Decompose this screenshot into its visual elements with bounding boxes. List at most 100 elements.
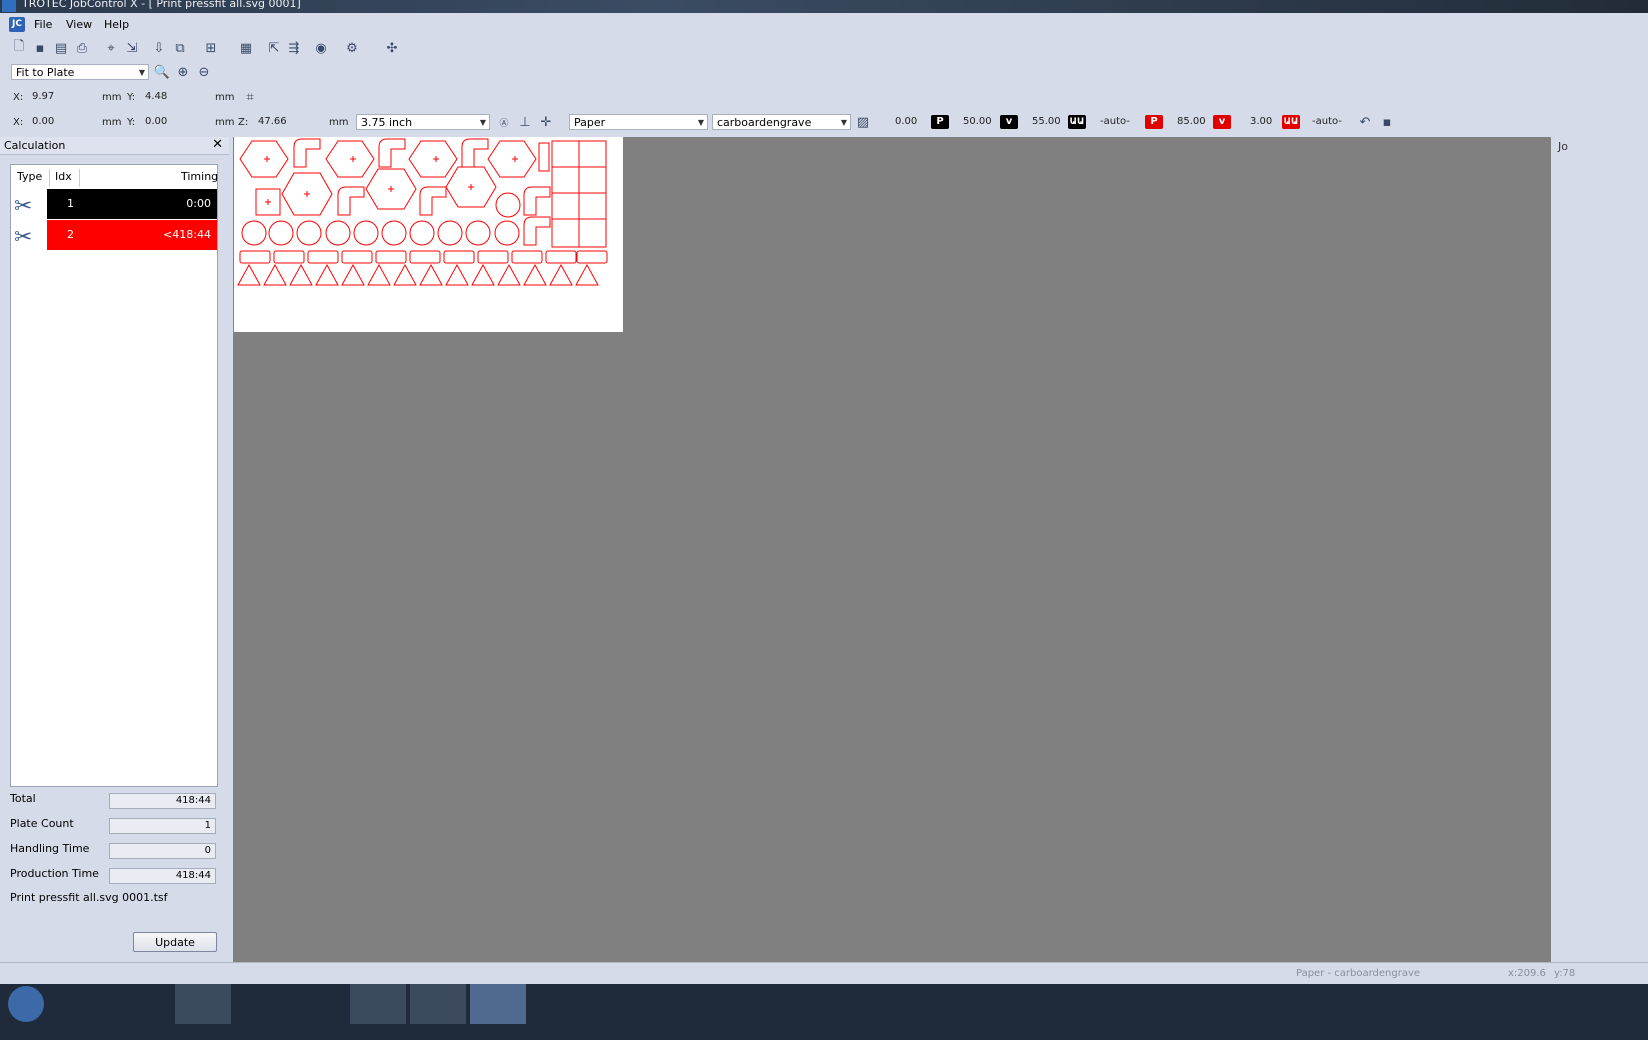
calculation-panel-header: Calculation ✕ [0, 137, 229, 155]
close-icon[interactable]: ✕ [212, 137, 223, 152]
start-button-icon[interactable] [8, 986, 44, 1022]
job-filename: Print pressfit all.svg 0001.tsf [10, 891, 168, 904]
row-idx: 1 [67, 197, 74, 210]
align-icon[interactable]: ⇩ [151, 40, 167, 56]
col-timing[interactable]: Timing [181, 165, 218, 187]
pos-y-field[interactable]: 4.48 [145, 91, 167, 102]
export-icon[interactable]: ⇶ [286, 40, 302, 56]
production-time-value: 418:44 [109, 868, 216, 884]
lens-select[interactable]: 3.75 inch ▼ [356, 114, 490, 130]
speed-value-1[interactable]: 55.00 [1032, 116, 1061, 127]
main-toolbar: 🗋 ▪ ▤ ⎙ ⌖ ⇲ ⇩ ⧉ ⊞ ▦ ⇱ ⇶ ◉ ⚙ ✣ [8, 37, 403, 61]
col-type[interactable]: Type [17, 165, 42, 187]
power-value-2[interactable]: 85.00 [1177, 116, 1206, 127]
update-button[interactable]: Update [133, 932, 217, 952]
zoom-select[interactable]: Fit to Plate ▼ [11, 64, 149, 80]
status-coord-y: y:78 [1554, 968, 1576, 979]
offset-x-field[interactable]: 0.00 [32, 116, 54, 127]
open-folder-icon[interactable]: ▤ [53, 40, 69, 56]
offset-x-unit: mm [102, 117, 122, 128]
save-icon[interactable]: ▪ [32, 40, 48, 56]
panel-title: Calculation [4, 139, 66, 152]
new-file-icon[interactable]: 🗋 [11, 39, 27, 56]
power-icon-2: P [1145, 115, 1163, 129]
pos-y-unit: mm [215, 92, 235, 103]
taskbar-app-icon[interactable] [175, 984, 231, 1024]
add-item-icon[interactable]: ⊞ [203, 40, 219, 56]
total-value: 418:44 [109, 793, 216, 809]
right-dock: Jo [1553, 137, 1648, 962]
total-label: Total [10, 792, 36, 805]
offset-y-field[interactable]: 0.00 [145, 116, 167, 127]
frequency-value-1[interactable]: -auto- [1100, 116, 1130, 127]
focus-icon[interactable]: ⊥ [517, 114, 533, 130]
row-timing: 0:00 [186, 197, 211, 210]
move-job-icon[interactable]: ⇲ [124, 40, 140, 56]
frequency-icon: ԱԱ [1068, 115, 1086, 129]
status-material: Paper - carboardengrave [1296, 968, 1421, 979]
position-icon[interactable]: ⌖ [103, 40, 119, 56]
power-icon: P [931, 115, 949, 129]
save-material-icon[interactable]: ▪ [1379, 114, 1395, 130]
engrave-value[interactable]: 0.00 [895, 116, 917, 127]
pos-x-label: X: [13, 92, 24, 103]
duplicate-icon[interactable]: ⧉ [172, 40, 188, 56]
row-timing: <418:44 [163, 228, 211, 241]
handling-time-value[interactable]: 0 [109, 843, 216, 859]
pos-x-field[interactable]: 9.97 [32, 91, 54, 102]
frequency-value-2[interactable]: -auto- [1312, 116, 1342, 127]
menu-help[interactable]: Help [104, 18, 129, 31]
app-icon [2, 0, 16, 12]
pos-y-label: Y: [127, 92, 136, 103]
speed-value-2[interactable]: 3.00 [1250, 116, 1272, 127]
gear-icon[interactable]: ⚙ [344, 40, 360, 56]
taskbar-app-icon[interactable] [350, 984, 406, 1024]
right-dock-tab[interactable]: Jo [1558, 140, 1568, 153]
job-plate[interactable] [234, 137, 623, 332]
material-name-select[interactable]: carboardengrave ▼ [712, 114, 851, 130]
plate-count-value[interactable]: 1 [109, 818, 216, 834]
anchor-point-icon[interactable]: ⌗ [242, 89, 258, 105]
row-idx: 2 [67, 228, 74, 241]
zoom-out-icon[interactable]: ⊖ [196, 64, 212, 80]
engrave-hatch-icon[interactable]: ▨ [855, 114, 871, 130]
job-preview [237, 138, 608, 286]
print-icon[interactable]: ⎙ [74, 40, 90, 56]
z-field[interactable]: 47.66 [258, 116, 287, 127]
z-unit: mm [329, 117, 349, 128]
job-list: Type Idx Timing ✂ 1 0:00 ✂ 2 <418:44 [10, 164, 218, 787]
z-label: Z: [238, 117, 249, 128]
cut-scissors-icon: ✂ [14, 225, 33, 250]
zoom-in-icon[interactable]: ⊕ [175, 64, 191, 80]
zoom-icon[interactable]: 🔍 [154, 64, 170, 80]
stack-icon[interactable]: ▦ [238, 40, 254, 56]
taskbar-app-icon[interactable] [410, 984, 466, 1024]
status-bar: Paper - carboardengrave x:209.6 y:78 [0, 962, 1648, 985]
status-coord-x: x:209.6 [1508, 968, 1546, 979]
power-value-1[interactable]: 50.00 [963, 116, 992, 127]
taskbar-app-icon[interactable] [470, 984, 526, 1024]
offset-x-label: X: [13, 117, 24, 128]
laser-icon[interactable]: ✣ [384, 40, 400, 56]
list-item[interactable]: 1 0:00 [47, 189, 217, 219]
menu-file[interactable]: File [34, 18, 52, 31]
frequency-icon-2: ԱԱ [1282, 115, 1300, 129]
app-logo-icon[interactable]: JC [9, 17, 25, 32]
material-group-select[interactable]: Paper ▼ [569, 114, 708, 130]
window-title: TROTEC JobControl X - [ Print pressfit a… [22, 0, 301, 10]
import-icon[interactable]: ⇱ [266, 40, 282, 56]
autofocus-icon[interactable]: Ⓐ [496, 114, 512, 130]
xyz-icon[interactable]: ✛ [538, 114, 554, 130]
production-time-label: Production Time [10, 867, 99, 880]
offset-y-unit: mm [215, 117, 235, 128]
handling-time-label: Handling Time [10, 842, 90, 855]
col-idx[interactable]: Idx [55, 165, 72, 187]
preview-eye-icon[interactable]: ◉ [313, 40, 329, 56]
undo-icon[interactable]: ↶ [1357, 114, 1373, 130]
menu-bar: JC File View Help [0, 14, 1648, 36]
menu-view[interactable]: View [66, 18, 92, 31]
title-bar: TROTEC JobControl X - [ Print pressfit a… [0, 0, 1648, 13]
pos-x-unit: mm [102, 92, 122, 103]
offset-y-label: Y: [127, 117, 136, 128]
list-item[interactable]: 2 <418:44 [47, 220, 217, 250]
